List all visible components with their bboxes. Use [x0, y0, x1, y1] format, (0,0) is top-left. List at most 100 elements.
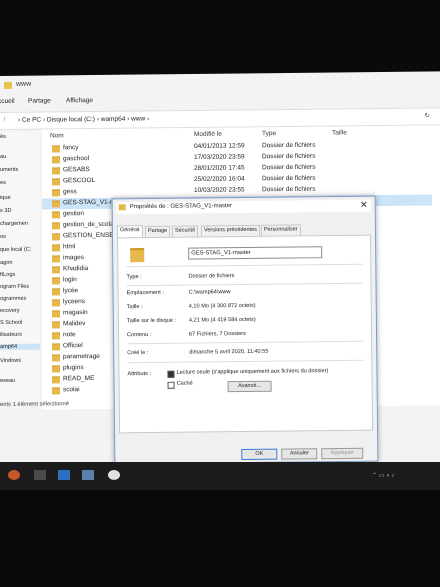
nav-item[interactable]: es — [0, 180, 6, 186]
folder-icon — [52, 189, 60, 197]
row-modified: 10/03/2020 23:55 — [194, 186, 245, 194]
status-text: ents 1 élément sélectionné — [0, 401, 69, 408]
divider — [126, 282, 363, 287]
folder-icon — [52, 321, 60, 329]
folder-icon — [52, 365, 60, 373]
size-value: 4,10 Mo (4 300 872 octets) — [188, 302, 256, 310]
row-name: gess — [63, 188, 77, 196]
divider — [127, 359, 364, 364]
ok-button[interactable]: OK — [241, 448, 278, 461]
folder-icon — [52, 332, 60, 340]
nav-item[interactable]: S School — [0, 320, 22, 326]
nav-item[interactable]: ogrammes — [0, 296, 26, 302]
divider — [126, 263, 363, 268]
folder-icon — [52, 354, 60, 362]
row-name: fancy — [63, 144, 79, 152]
folder-icon — [52, 288, 60, 296]
app-icon[interactable] — [34, 470, 46, 480]
chrome-icon[interactable] — [108, 470, 120, 480]
type-value: Dossier de fichiers — [188, 273, 235, 280]
nav-item[interactable]: eseau — [0, 378, 15, 384]
apply-button[interactable]: Appliquer — [321, 447, 364, 460]
advanced-button[interactable]: Avancé... — [227, 380, 272, 393]
breadcrumb-item[interactable]: Ce PC — [22, 117, 41, 124]
row-type: Dossier de fichiers — [262, 141, 316, 150]
nav-item[interactable]: que local (C: — [0, 247, 31, 253]
nav-item[interactable]: ecovery — [0, 308, 20, 314]
refresh-icon[interactable]: ↻ — [425, 111, 430, 119]
folder-icon — [52, 200, 60, 208]
row-name: READ_ME — [63, 375, 95, 383]
folder-icon — [52, 299, 60, 307]
nav-item[interactable]: s 3D — [0, 208, 12, 214]
folder-icon — [4, 81, 12, 89]
row-modified: 25/02/2020 16:04 — [194, 175, 245, 183]
row-name: plugins — [63, 364, 84, 372]
tray-icons[interactable]: ⌃ ▭ ◖ ♪ — [372, 472, 394, 479]
row-name: Malidev — [63, 320, 86, 328]
nav-item[interactable]: uments — [0, 167, 18, 173]
nav-item[interactable]: Vindows — [0, 358, 21, 364]
row-name: login — [63, 276, 77, 284]
nav-item[interactable]: ogram Files — [0, 284, 29, 290]
folder-icon — [52, 310, 60, 318]
hidden-checkbox[interactable] — [167, 381, 175, 389]
firefox-icon[interactable] — [8, 470, 20, 480]
type-label: Type : — [126, 274, 142, 281]
row-name: Khadidia — [63, 265, 89, 273]
readonly-checkbox[interactable] — [167, 370, 175, 378]
row-name: parametrage — [63, 352, 100, 361]
nav-item[interactable]: ique — [0, 195, 11, 201]
folder-icon — [52, 178, 60, 186]
folder-icon — [52, 376, 60, 384]
nav-item[interactable]: os — [0, 234, 6, 240]
nav-item[interactable]: au — [0, 154, 6, 160]
taskbar: ⌃ ▭ ◖ ♪ — [0, 462, 440, 490]
app-icon[interactable] — [82, 470, 94, 480]
column-modified[interactable]: Modifié le — [194, 131, 222, 138]
folder-icon — [52, 255, 60, 263]
folder-icon — [52, 145, 60, 153]
column-type[interactable]: Type — [262, 130, 276, 137]
row-type: Dossier de fichiers — [262, 152, 316, 161]
navigation-pane: ès au uments es ique s 3D chargemen os q… — [0, 131, 40, 402]
row-name: GESCOOL — [63, 177, 96, 185]
folder-name-field[interactable]: GES-STAG_V1-master — [188, 246, 323, 260]
row-modified: 17/03/2020 23:59 — [194, 153, 245, 161]
cancel-button[interactable]: Annuler — [281, 448, 318, 460]
breadcrumb-item[interactable]: Disque local (C:) — [47, 116, 95, 124]
row-name: Officiel — [63, 342, 83, 350]
size-label: Taille : — [126, 304, 143, 311]
nav-item[interactable]: agon — [0, 260, 12, 266]
close-icon[interactable]: ✕ — [360, 200, 368, 211]
column-size[interactable]: Taille — [332, 129, 347, 136]
folder-icon — [52, 343, 60, 351]
up-arrow-icon[interactable]: ↑ — [3, 116, 6, 123]
row-name: gestion_de_scola — [63, 220, 114, 229]
breadcrumb-item[interactable]: wamp64 — [101, 116, 126, 123]
created-value: dimanche 5 avril 2020, 11:40:55 — [189, 348, 269, 356]
folder-icon — [52, 156, 60, 164]
nav-item[interactable]: ftLogs — [0, 272, 15, 278]
folder-icon — [52, 387, 60, 395]
nav-item[interactable]: chargemen — [0, 221, 28, 227]
ribbon-tab-home[interactable]: ccueil — [0, 98, 15, 105]
divider — [127, 340, 364, 345]
folder-icon — [52, 233, 60, 241]
nav-item[interactable]: ès — [0, 134, 6, 140]
nav-item[interactable]: amp64 — [0, 343, 40, 350]
row-type: Dossier de fichiers — [262, 163, 316, 172]
ribbon-tab-view[interactable]: Affichage — [66, 97, 93, 104]
row-name: gaschool — [63, 155, 90, 163]
folder-icon — [130, 248, 145, 263]
contents-label: Contenu : — [127, 331, 152, 339]
ribbon-tab-share[interactable]: Partage — [28, 97, 51, 104]
folder-icon — [52, 167, 60, 175]
column-name[interactable]: Nom — [50, 132, 64, 139]
properties-dialog: Propriétés de : GES-STAG_V1-master ✕ Gén… — [111, 195, 379, 465]
breadcrumb-item[interactable]: www — [131, 115, 145, 122]
location-label: Emplacement : — [126, 289, 164, 297]
nav-item[interactable]: ilisateurs — [0, 332, 22, 338]
window-title: www — [16, 80, 32, 88]
app-icon[interactable] — [58, 470, 70, 480]
